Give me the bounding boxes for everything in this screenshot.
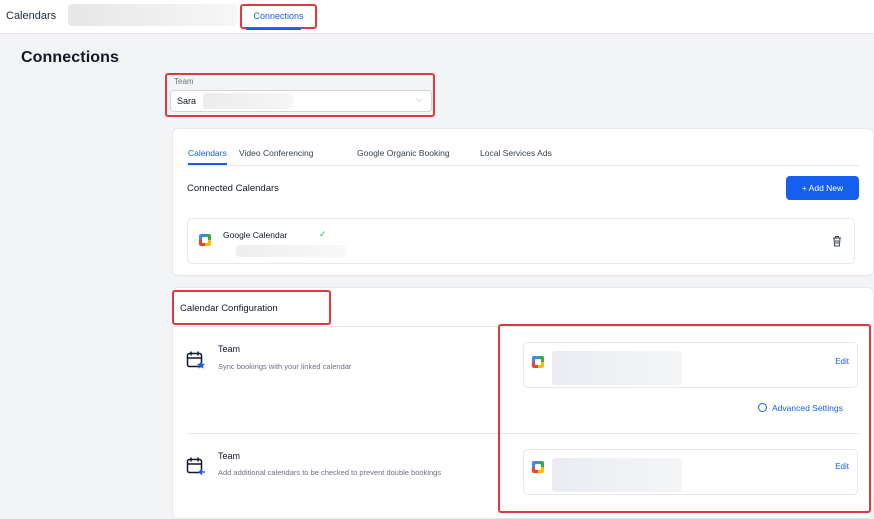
app-title: Calendars xyxy=(6,10,57,22)
team-label: Team xyxy=(174,77,194,86)
page-title: Connections xyxy=(21,49,119,66)
advanced-settings-link[interactable]: Advanced Settings xyxy=(758,403,843,413)
team-select-value: Sara xyxy=(177,96,197,106)
add-new-button[interactable]: + Add New xyxy=(786,176,859,200)
team-select-group: Team Sara ⌵ xyxy=(165,73,435,117)
calendar-sync-icon xyxy=(186,351,205,369)
trash-icon[interactable] xyxy=(832,235,842,247)
connected-calendar-item: Google Calendar ✓ xyxy=(187,218,855,264)
connections-card: Calendars Video Conferencing Google Orga… xyxy=(172,128,874,276)
redacted-calendar-name xyxy=(552,351,682,385)
advanced-settings-label: Advanced Settings xyxy=(772,403,843,413)
linked-calendar-card: Edit xyxy=(523,342,858,388)
conflict-calendar-card: Edit xyxy=(523,449,858,495)
config-row-description: Sync bookings with your linked calendar xyxy=(218,362,352,371)
gear-icon xyxy=(758,403,767,412)
tab-google-organic-booking[interactable]: Google Organic Booking xyxy=(357,148,450,158)
google-calendar-icon xyxy=(532,461,544,473)
redacted-team-name xyxy=(203,93,293,109)
check-icon: ✓ xyxy=(319,229,327,239)
redacted-calendar-name xyxy=(552,458,682,492)
config-row-title: Team xyxy=(218,344,241,354)
connected-calendars-title: Connected Calendars xyxy=(187,183,279,194)
google-calendar-icon xyxy=(532,356,544,368)
config-row-description: Add additional calendars to be checked t… xyxy=(218,468,442,477)
edit-link[interactable]: Edit xyxy=(835,462,849,471)
top-bar: Calendars Connections xyxy=(0,0,874,34)
calendar-configuration-title: Calendar Configuration xyxy=(180,303,278,314)
chevron-down-icon: ⌵ xyxy=(416,94,423,104)
connection-tabs: Calendars Video Conferencing Google Orga… xyxy=(187,148,859,166)
tab-calendars[interactable]: Calendars xyxy=(188,148,227,165)
edit-link[interactable]: Edit xyxy=(835,357,849,366)
calendar-name: Google Calendar xyxy=(223,230,288,240)
calendar-add-icon xyxy=(186,457,205,476)
team-select[interactable]: Sara ⌵ xyxy=(170,90,432,112)
tab-connections-label: Connections xyxy=(253,11,304,21)
tab-connections[interactable]: Connections xyxy=(240,4,317,30)
calendar-configuration-header: Calendar Configuration xyxy=(172,290,331,325)
active-tab-indicator xyxy=(246,28,301,30)
redacted-account-email xyxy=(236,245,346,257)
tab-video-conferencing[interactable]: Video Conferencing xyxy=(239,148,314,158)
tab-local-services-ads[interactable]: Local Services Ads xyxy=(480,148,552,158)
redacted-breadcrumb xyxy=(68,4,238,26)
google-calendar-icon xyxy=(199,234,211,246)
config-row-title: Team xyxy=(218,451,241,461)
